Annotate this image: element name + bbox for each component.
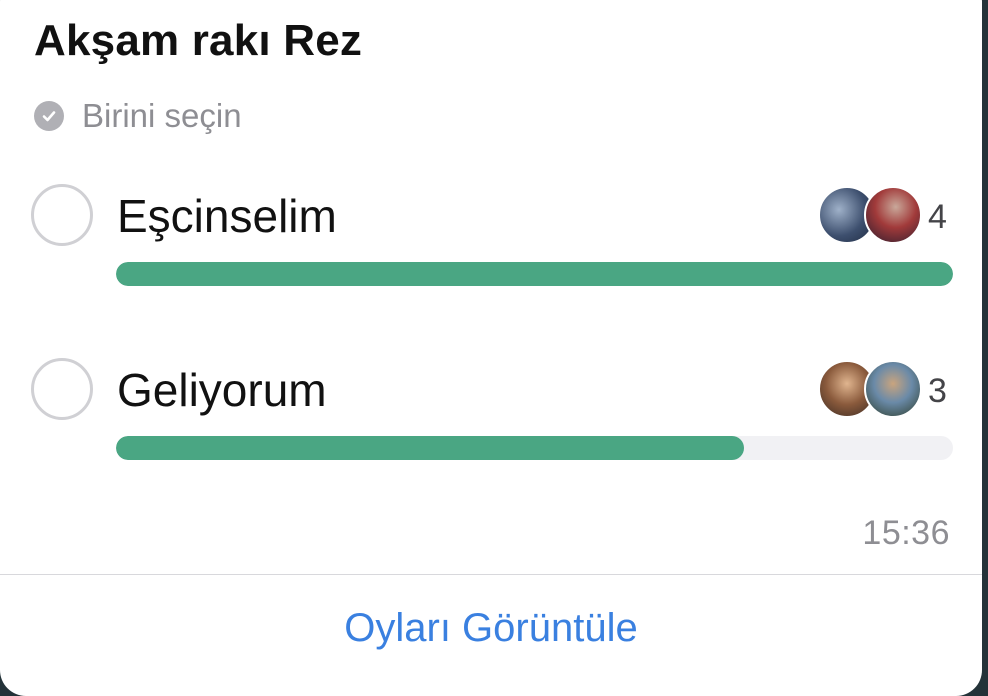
- view-votes-button[interactable]: Oyları Görüntüle: [0, 606, 982, 651]
- checkmark-circle-icon: [34, 101, 64, 131]
- vote-count: 4: [928, 198, 947, 236]
- divider: [0, 574, 982, 575]
- poll-option-escinselim[interactable]: Eşcinselim 4: [0, 176, 982, 286]
- vote-count: 3: [928, 372, 947, 410]
- avatar: [864, 186, 922, 244]
- option-label: Eşcinselim: [117, 190, 337, 242]
- radio-button[interactable]: [31, 184, 93, 246]
- voter-avatars[interactable]: [818, 360, 922, 418]
- option-label: Geliyorum: [117, 364, 327, 416]
- vote-progress-bar: [116, 262, 953, 286]
- message-timestamp: 15:36: [862, 514, 950, 552]
- poll-instruction: Birini seçin: [34, 96, 242, 136]
- poll-card: Akşam rakı Rez Birini seçin Eşcinselim 4…: [0, 0, 982, 696]
- radio-button[interactable]: [31, 358, 93, 420]
- poll-title: Akşam rakı Rez: [34, 16, 363, 65]
- vote-progress-fill: [116, 436, 744, 460]
- poll-option-geliyorum[interactable]: Geliyorum 3: [0, 350, 982, 460]
- vote-progress-bar: [116, 436, 953, 460]
- avatar: [864, 360, 922, 418]
- voter-avatars[interactable]: [818, 186, 922, 244]
- vote-progress-fill: [116, 262, 953, 286]
- poll-subtitle: Birini seçin: [82, 97, 242, 134]
